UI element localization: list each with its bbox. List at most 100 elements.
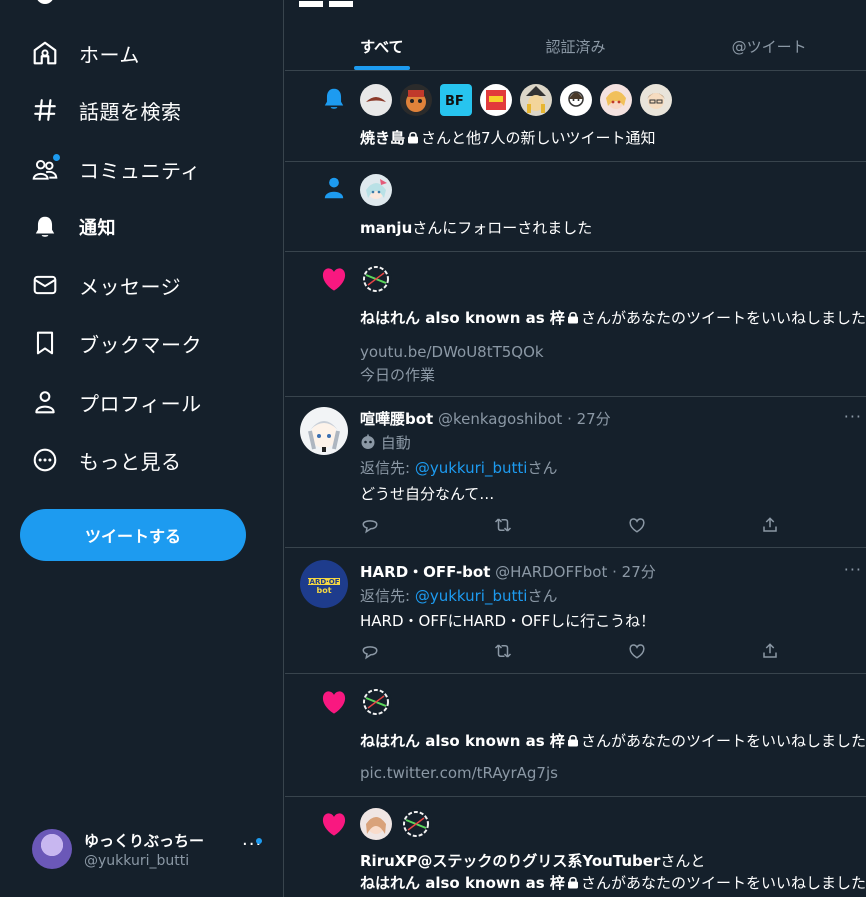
heart-icon <box>319 264 349 294</box>
notification-user-name[interactable]: manju <box>360 219 412 237</box>
twitter-logo-icon[interactable] <box>36 0 54 4</box>
avatar[interactable] <box>600 84 632 116</box>
notification-user-name[interactable]: ねはれん also known as 梓 <box>360 874 565 892</box>
share-icon[interactable] <box>760 515 780 535</box>
share-icon[interactable] <box>760 641 780 661</box>
reply-to-link[interactable]: @yukkuri_butti <box>415 459 528 477</box>
nav-explore-label: 話題を検索 <box>79 99 182 124</box>
avatar-row <box>360 263 392 295</box>
robot-icon <box>361 434 375 449</box>
avatar[interactable] <box>400 84 432 116</box>
tweet-preview-link[interactable]: pic.twitter.com/tRAyrAg7js <box>360 764 558 782</box>
avatar[interactable] <box>360 174 392 206</box>
avatar[interactable] <box>360 686 392 718</box>
tweet-header: HARD・OFF-bot @HARDOFFbot · 27分 <box>360 561 656 582</box>
notification-user-name[interactable]: 焼き島 <box>360 129 405 147</box>
tab-all[interactable]: すべて <box>285 22 479 70</box>
notification-text: RiruXP@ステックのりグリス系YouTuberさんと <box>360 851 705 871</box>
avatar <box>32 829 72 869</box>
tab-verified-label: 認証済み <box>545 37 606 56</box>
svg-text:BF: BF <box>445 94 464 109</box>
avatar[interactable] <box>300 407 348 455</box>
bell-icon <box>30 212 60 242</box>
nav-messages[interactable]: メッセージ <box>30 265 181 305</box>
avatar[interactable] <box>560 84 592 116</box>
notification-text: ねはれん also known as 梓さんがあなたのツイートをいいねしました <box>360 873 866 893</box>
tweet-actions <box>360 641 780 661</box>
lock-icon <box>567 734 578 747</box>
tab-mentions[interactable]: @ツイート <box>672 22 866 70</box>
notification-tabs: すべて 認証済み @ツイート <box>285 22 866 71</box>
avatar[interactable] <box>520 84 552 116</box>
new-badge-icon <box>53 154 60 161</box>
notification-item[interactable]: RiruXP@ステックのりグリス系YouTuberさんと ねはれん also k… <box>285 797 866 897</box>
notification-item[interactable]: manjuさんにフォローされました <box>285 162 866 252</box>
notification-message: さんと <box>660 852 706 870</box>
tab-verified[interactable]: 認証済み <box>479 22 673 70</box>
reply-icon[interactable] <box>360 641 380 661</box>
sidebar: ホーム 話題を検索 コミュニティ 通知 メッセージ ブックマーク プロフィール … <box>0 0 284 897</box>
nav-explore[interactable]: 話題を検索 <box>30 90 182 130</box>
notification-message: さんがあなたのツイートをいいねしました <box>580 874 866 892</box>
avatar-row: BF <box>360 84 672 116</box>
tweet-timestamp[interactable]: · 27分 <box>567 410 611 428</box>
tweet-author-name[interactable]: HARD・OFF-bot <box>360 563 490 581</box>
tweet-more-icon[interactable]: ··· <box>844 407 862 426</box>
notification-item[interactable]: ねはれん also known as 梓さんがあなたのツイートをいいねしました … <box>285 252 866 397</box>
bell-icon <box>319 84 349 114</box>
avatar[interactable] <box>360 808 392 840</box>
tweet-more-icon[interactable]: ··· <box>844 560 862 579</box>
avatar[interactable]: BF <box>440 84 472 116</box>
tweet-timestamp[interactable]: · 27分 <box>612 563 656 581</box>
notification-user-name[interactable]: RiruXP@ステックのりグリス系YouTuber <box>360 852 660 870</box>
nav-profile-label: プロフィール <box>79 391 202 416</box>
retweet-icon[interactable] <box>493 641 513 661</box>
notification-message: さんと他7人の新しいツイート通知 <box>421 129 656 147</box>
notification-text: ねはれん also known as 梓さんがあなたのツイートをいいねしました <box>360 308 866 328</box>
reply-context: 返信先: @yukkuri_buttiさん <box>360 585 557 606</box>
nav-notifications[interactable]: 通知 <box>30 207 116 247</box>
notification-item[interactable]: BF 焼き島 さんと他7人の新しいツイート通知 <box>285 71 866 162</box>
tweet-actions <box>360 515 780 535</box>
avatar[interactable] <box>360 263 392 295</box>
avatar[interactable] <box>360 84 392 116</box>
nav-bookmarks[interactable]: ブックマーク <box>30 323 202 363</box>
tweet[interactable]: HARD·OFF bot HARD・OFF-bot @HARDOFFbot · 2… <box>285 548 866 674</box>
notification-user-name[interactable]: ねはれん also known as 梓 <box>360 732 565 750</box>
tweet-button[interactable]: ツイートする <box>20 509 246 561</box>
tweet-preview-text: 今日の作業 <box>360 366 436 384</box>
bookmark-icon <box>30 328 60 358</box>
tweet-author-name[interactable]: 喧嘩腰bot <box>360 410 433 428</box>
account-switcher[interactable]: ゆっくりぶっちー @yukkuri_butti ··· <box>32 826 272 872</box>
notification-user-name[interactable]: ねはれん also known as 梓 <box>360 309 565 327</box>
retweet-icon[interactable] <box>493 515 513 535</box>
reply-prefix: 返信先: <box>360 587 415 605</box>
reply-icon[interactable] <box>360 515 380 535</box>
avatar[interactable] <box>480 84 512 116</box>
like-icon[interactable] <box>627 641 647 661</box>
reply-to-link[interactable]: @yukkuri_butti <box>415 587 528 605</box>
notification-text: 焼き島 さんと他7人の新しいツイート通知 <box>360 128 656 148</box>
nav-profile[interactable]: プロフィール <box>30 382 202 422</box>
tab-active-indicator <box>353 66 410 70</box>
tweet-body: HARD・OFFにHARD・OFFしに行こうね！ <box>360 612 656 630</box>
tweet[interactable]: 喧嘩腰bot @kenkagoshibot · 27分 ··· 自動 返信先: … <box>285 397 866 548</box>
tweet-author-handle[interactable]: @kenkagoshibot <box>438 410 562 428</box>
nav-communities[interactable]: コミュニティ <box>30 149 201 189</box>
account-username: @yukkuri_butti <box>84 852 190 869</box>
nav-more[interactable]: もっと見る <box>30 440 182 480</box>
avatar[interactable] <box>640 84 672 116</box>
like-icon[interactable] <box>627 515 647 535</box>
person-icon <box>319 173 349 203</box>
envelope-icon <box>30 270 60 300</box>
nav-messages-label: メッセージ <box>79 274 182 299</box>
reply-prefix: 返信先: <box>360 459 415 477</box>
nav-home[interactable]: ホーム <box>30 33 140 73</box>
tweet-author-handle[interactable]: @HARDOFFbot <box>495 563 607 581</box>
reply-context: 返信先: @yukkuri_buttiさん <box>360 457 557 478</box>
heart-icon <box>319 809 349 839</box>
tweet-preview-link[interactable]: youtu.be/DWoU8tT5QOk <box>360 343 544 361</box>
notification-item[interactable]: ねはれん also known as 梓さんがあなたのツイートをいいねしました … <box>285 674 866 797</box>
avatar[interactable]: HARD·OFF bot <box>300 560 348 608</box>
avatar[interactable] <box>400 808 432 840</box>
